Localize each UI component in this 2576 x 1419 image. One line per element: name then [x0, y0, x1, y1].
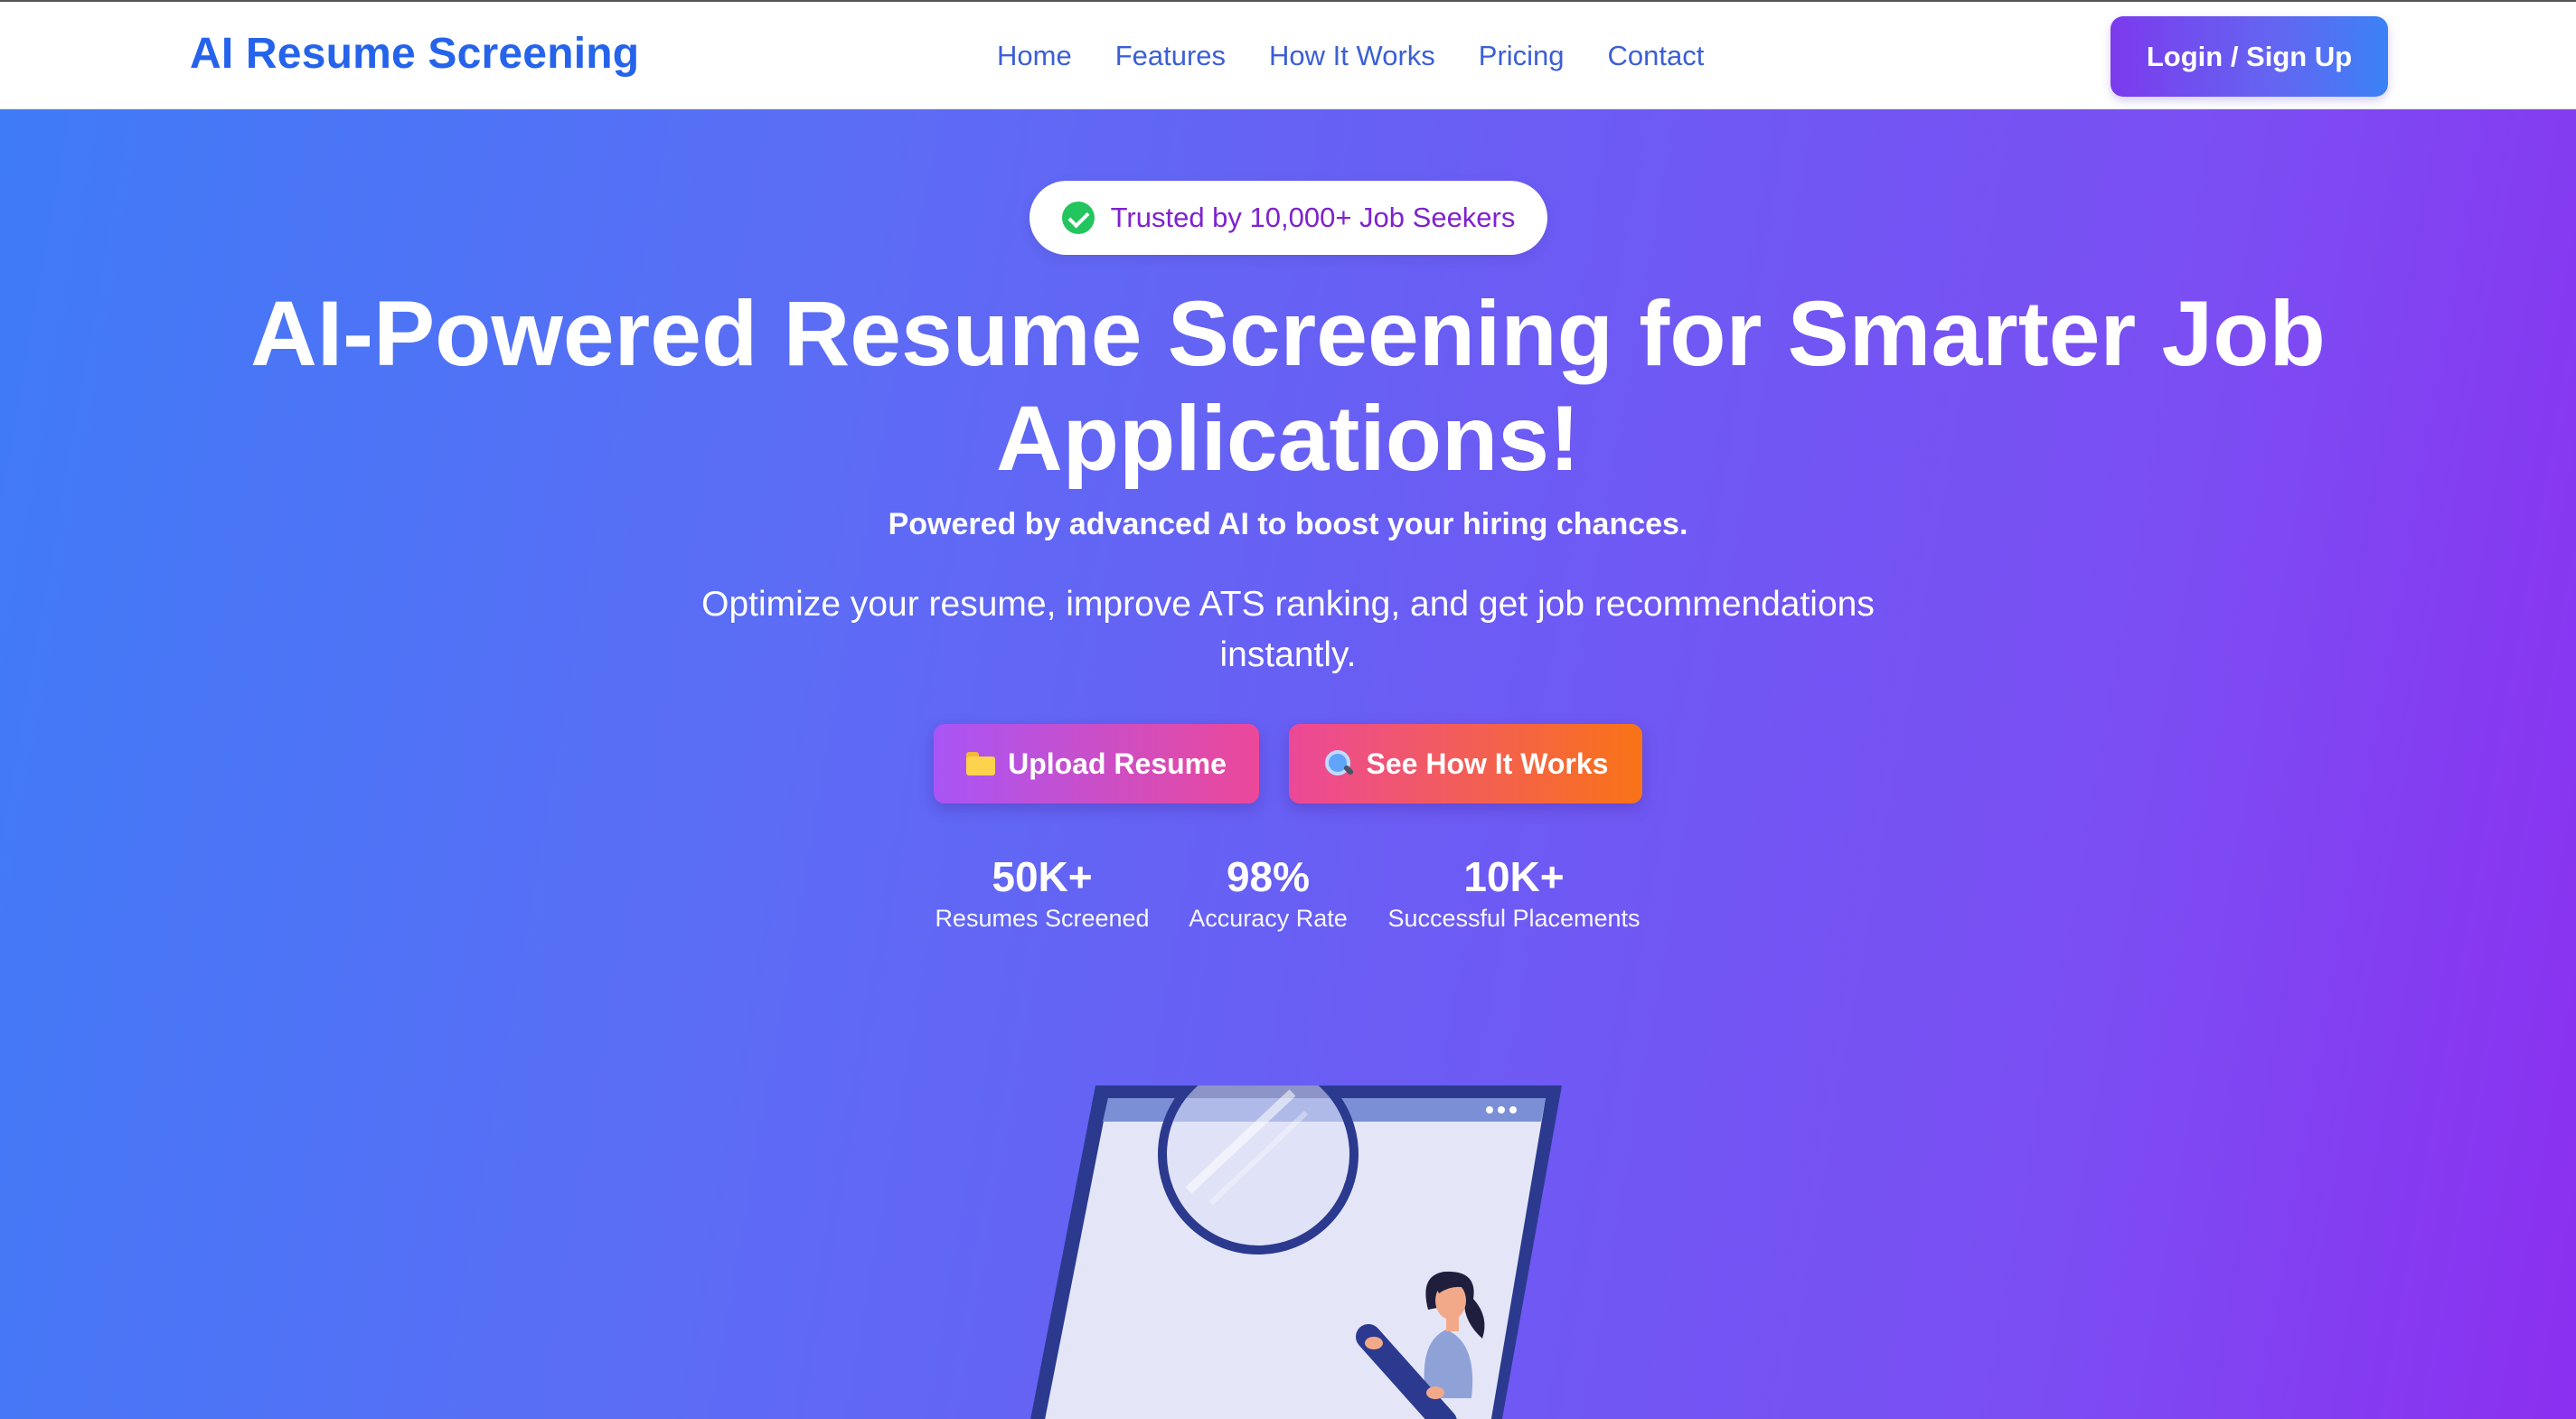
- nav-link-features[interactable]: Features: [1115, 40, 1226, 72]
- nav-link-home[interactable]: Home: [997, 40, 1072, 72]
- hero-description: Optimize your resume, improve ATS rankin…: [655, 579, 1921, 681]
- hero-headline: AI-Powered Resume Screening for Smarter …: [158, 281, 2418, 491]
- trust-badge-text: Trusted by 10,000+ Job Seekers: [1110, 202, 1516, 233]
- stat-successful-placements: 10K+ Successful Placements: [1387, 852, 1640, 933]
- nav-link-how-it-works[interactable]: How It Works: [1269, 40, 1435, 72]
- trust-badge: Trusted by 10,000+ Job Seekers: [1029, 181, 1547, 255]
- check-circle-icon: [1061, 202, 1095, 234]
- magnifier-lens-icon: [1158, 1085, 1359, 1255]
- window-dot-icon: [1486, 1106, 1493, 1114]
- hero-description-line1: Optimize your resume, improve ATS rankin…: [701, 585, 1875, 624]
- magnifier-icon: [1323, 748, 1354, 779]
- hero-description-line2: instantly.: [1219, 635, 1357, 674]
- hero-headline-line1: AI-Powered Resume Screening for Smarter …: [250, 282, 2326, 385]
- stat-value: 10K+: [1463, 853, 1565, 900]
- stat-label: Successful Placements: [1387, 905, 1641, 932]
- hero-subheading: Powered by advanced AI to boost your hir…: [888, 507, 1688, 541]
- hero-headline-line2: Applications!: [995, 387, 1581, 490]
- cta-buttons: Upload Resume See How It Works: [0, 724, 2576, 805]
- resume-search-illustration: [1030, 1085, 1562, 1419]
- stat-resumes-screened: 50K+ Resumes Screened: [935, 852, 1149, 933]
- window-dot-icon: [1498, 1106, 1505, 1114]
- stat-label: Accuracy Rate: [1189, 905, 1348, 932]
- stat-accuracy-rate: 98% Accuracy Rate: [1189, 852, 1348, 933]
- stat-value: 98%: [1226, 853, 1311, 900]
- top-navbar: AI Resume Screening Home Features How It…: [0, 0, 2576, 109]
- see-how-it-works-button[interactable]: See How It Works: [1289, 724, 1642, 803]
- stat-value: 50K+: [992, 853, 1093, 900]
- upload-resume-button[interactable]: Upload Resume: [934, 724, 1259, 803]
- window-dot-icon: [1509, 1106, 1517, 1114]
- nav-link-pricing[interactable]: Pricing: [1479, 40, 1565, 72]
- nav-link-contact[interactable]: Contact: [1608, 40, 1705, 72]
- see-how-it-works-label: See How It Works: [1366, 747, 1609, 780]
- nav-links: Home Features How It Works Pricing Conta…: [997, 40, 1704, 72]
- folder-icon: [966, 752, 996, 775]
- upload-resume-label: Upload Resume: [1008, 747, 1227, 780]
- hero-section: Trusted by 10,000+ Job Seekers AI-Powere…: [0, 109, 2576, 1419]
- stat-label: Resumes Screened: [935, 905, 1150, 932]
- brand-logo[interactable]: AI Resume Screening: [190, 29, 639, 79]
- login-signup-button[interactable]: Login / Sign Up: [2111, 16, 2388, 97]
